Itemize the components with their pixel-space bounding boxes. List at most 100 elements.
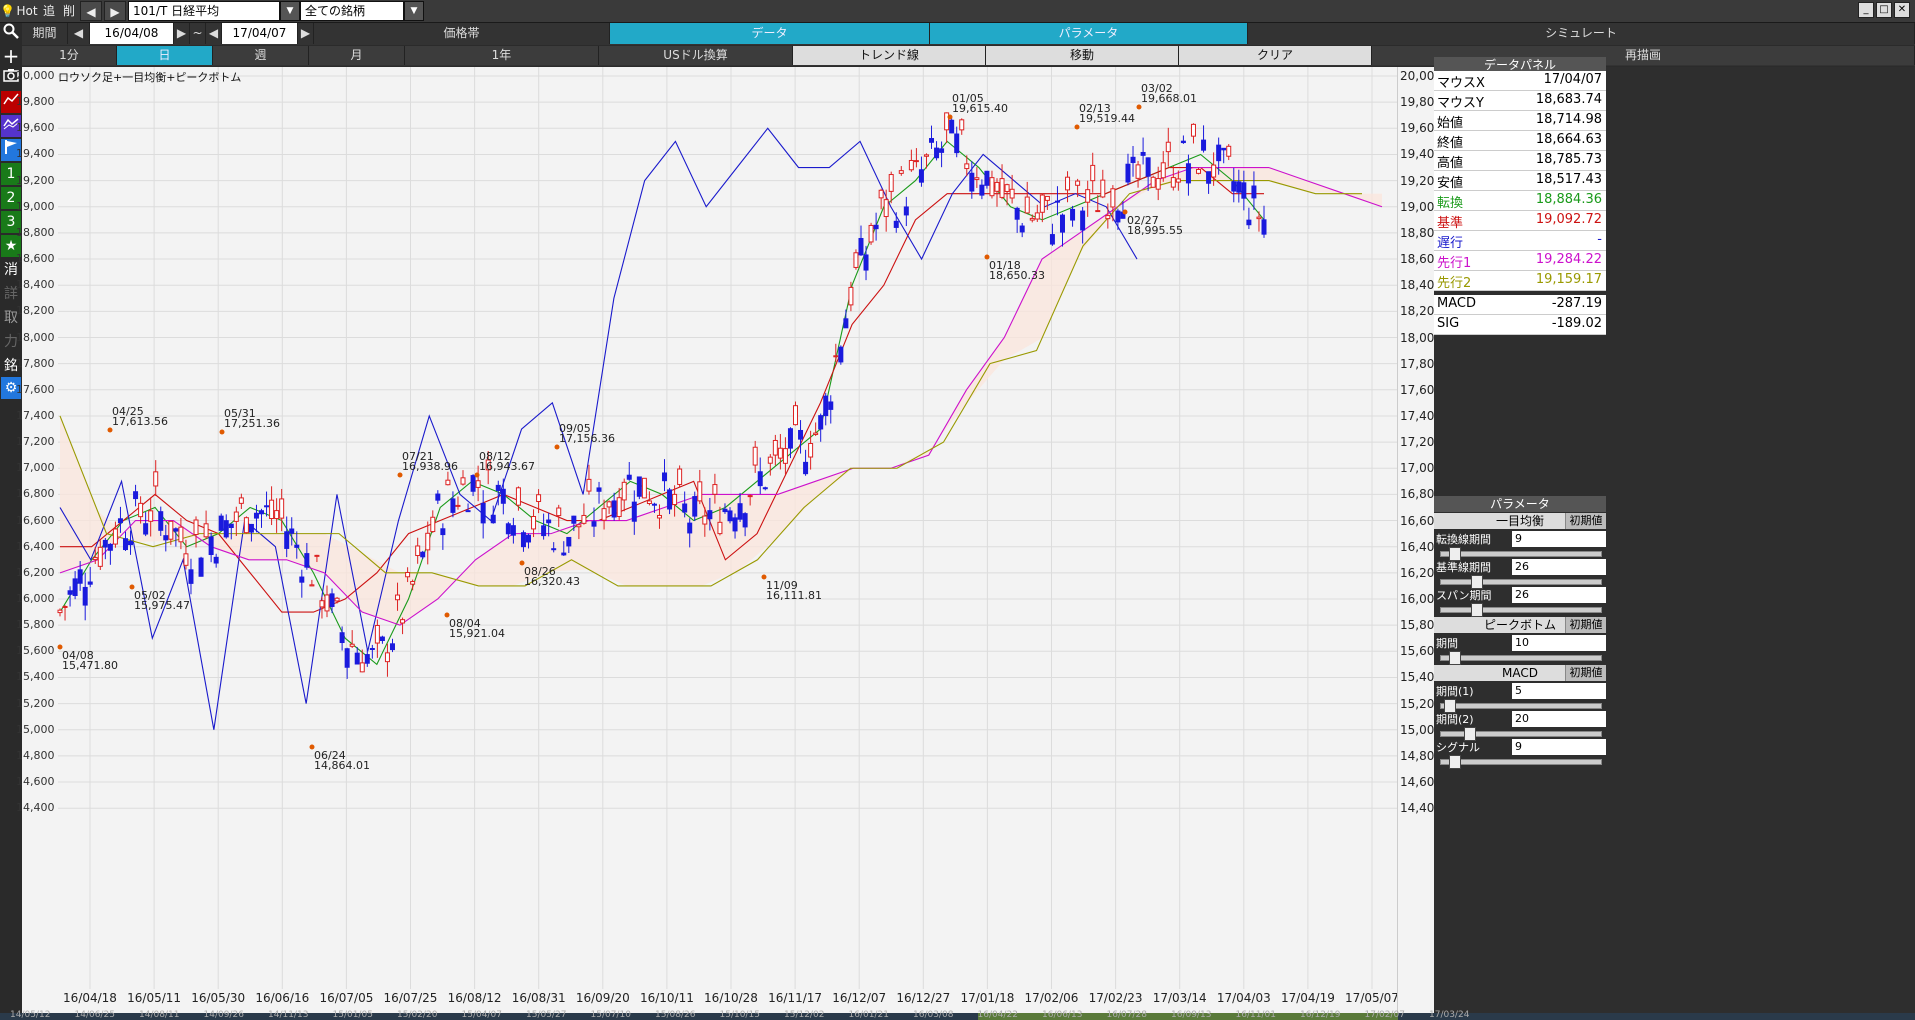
maximize-icon[interactable]: □ <box>1876 2 1892 18</box>
minimize-icon[interactable]: _ <box>1858 2 1874 18</box>
reset-button[interactable]: 初期値 <box>1565 513 1606 529</box>
candle-body <box>722 508 728 513</box>
candle-body <box>999 178 1005 198</box>
candle-body <box>913 160 919 163</box>
candle-body <box>1170 177 1176 188</box>
param-value-field[interactable]: 26 <box>1512 587 1606 603</box>
parameter-tab[interactable]: パラメータ <box>930 23 1248 44</box>
chart-title: ロウソク足+一目均衡+ピークボトム <box>58 71 242 84</box>
timeline-tick-label: 14/09/26 <box>203 1010 244 1020</box>
candle-body <box>62 605 68 608</box>
data-row-key: 始値 <box>1437 116 1464 131</box>
delete-button[interactable]: 削 <box>60 1 78 21</box>
param-value-field[interactable]: 9 <box>1512 739 1606 755</box>
param-value-field[interactable]: 26 <box>1512 559 1606 575</box>
tab-trendline[interactable]: トレンド線 <box>793 46 986 65</box>
slider-thumb[interactable] <box>1471 603 1483 617</box>
param-slider[interactable] <box>1440 699 1602 713</box>
simulate-tab[interactable]: シミュレート <box>1248 23 1915 44</box>
reset-button[interactable]: 初期値 <box>1565 665 1606 681</box>
x-tick-label: 17/02/23 <box>1088 991 1143 1005</box>
param-slider[interactable] <box>1440 603 1602 617</box>
chart-canvas[interactable]: 04/2517,613.5604/0815,471.8005/0215,975.… <box>22 67 1397 1013</box>
tab-move[interactable]: 移動 <box>986 46 1179 65</box>
plus-icon[interactable]: + <box>1 45 21 67</box>
next-date-button[interactable]: ▶ <box>298 23 314 44</box>
tab-month[interactable]: 月 <box>309 46 405 65</box>
chevron-down-icon[interactable]: ▼ <box>280 1 300 21</box>
candle-body <box>253 512 259 519</box>
reset-button[interactable]: 初期値 <box>1565 617 1606 633</box>
y-tick-label: 17,400 <box>16 408 55 422</box>
candle-body <box>329 593 335 607</box>
chevron-down-icon[interactable]: ▼ <box>404 1 424 21</box>
tab-usd[interactable]: USドル換算 <box>599 46 793 65</box>
hot-button[interactable]: Hot <box>16 1 38 21</box>
candle-body <box>1226 145 1232 157</box>
candle-body <box>531 516 537 530</box>
param-slider[interactable] <box>1440 575 1602 589</box>
param-slider[interactable] <box>1440 651 1602 665</box>
param-value-field[interactable]: 10 <box>1512 635 1606 651</box>
candle-body <box>934 147 940 159</box>
search-icon[interactable] <box>1 23 21 45</box>
data-row-key: MACD <box>1437 296 1476 311</box>
bulb-icon[interactable]: 💡 <box>0 1 15 21</box>
y-tick-label: 15,400 <box>16 670 55 684</box>
candle-body <box>1075 180 1081 186</box>
param-slider[interactable] <box>1440 755 1602 769</box>
candle-body <box>1256 216 1262 220</box>
param-slider[interactable] <box>1440 727 1602 741</box>
market-select[interactable]: 全ての銘柄 <box>300 1 404 21</box>
tab-week[interactable]: 週 <box>213 46 309 65</box>
peak-bottom-value: 17,156.36 <box>559 432 615 445</box>
timeline-tick-label: 15/04/07 <box>461 1010 502 1020</box>
data-tab[interactable]: データ <box>610 23 930 44</box>
tab-1min[interactable]: 1分 <box>22 46 117 65</box>
param-value-field[interactable]: 5 <box>1512 683 1606 699</box>
tab-1year[interactable]: 1年 <box>405 46 599 65</box>
date-from-field[interactable]: 16/04/08 <box>90 23 174 44</box>
candle-body <box>1044 195 1050 201</box>
prev-date-button[interactable]: ◀ <box>68 23 90 44</box>
candle-body <box>324 594 330 612</box>
symbol-select[interactable]: 101/T 日経平均 <box>128 1 280 21</box>
candle-body <box>621 481 627 501</box>
price-band-tab[interactable]: 価格帯 <box>314 23 610 44</box>
candle-body <box>1014 207 1020 220</box>
date-to-field[interactable]: 17/04/07 <box>222 23 298 44</box>
tab-clear[interactable]: クリア <box>1179 46 1372 65</box>
next-date-button[interactable]: ▶ <box>174 23 190 44</box>
param-value-field[interactable]: 20 <box>1512 711 1606 727</box>
candle-body <box>757 471 763 487</box>
candle-body <box>903 206 909 216</box>
price-chart[interactable]: 04/25 17,613.56 04/08 15,471.80 05/02 15,975.… <box>16 67 1399 1013</box>
prev-date-button[interactable]: ◀ <box>206 23 222 44</box>
slider-thumb[interactable] <box>1448 755 1461 769</box>
data-row-key: 先行2 <box>1437 276 1472 291</box>
timeline-tick-label: 17/03/24 <box>1429 1010 1470 1020</box>
tab-day[interactable]: 日 <box>117 46 213 65</box>
param-slider[interactable] <box>1440 547 1602 561</box>
candle-body <box>1130 156 1136 164</box>
candle-body <box>435 493 441 501</box>
candle-body <box>173 528 179 532</box>
timeline-scrollbar[interactable]: 14/05/12 14/06/25 14/08/11 14/09/26 14/11/13… <box>0 1010 1915 1020</box>
candle-body <box>616 497 622 517</box>
data-row-value: 18,785.73 <box>1535 152 1602 167</box>
next-symbol-button[interactable]: ▶ <box>104 1 126 21</box>
close-icon[interactable]: ✕ <box>1894 2 1910 18</box>
slider-thumb[interactable] <box>1448 651 1461 665</box>
prev-symbol-button[interactable]: ◀ <box>80 1 102 21</box>
candle-body <box>359 662 365 673</box>
y-tick-label: 17,200 <box>16 435 55 449</box>
timeline-tick-label: 14/05/12 <box>10 1010 51 1020</box>
param-value-field[interactable]: 9 <box>1512 531 1606 547</box>
candle-body <box>465 510 471 513</box>
y-tick-label: 19,600 <box>16 121 55 135</box>
add-button[interactable]: 追 <box>40 1 58 21</box>
candle-body <box>304 553 310 568</box>
y-tick-label: 17,000 <box>16 461 55 475</box>
param-section-header: 一目均衡 初期値 <box>1434 513 1606 529</box>
candle-body <box>586 478 592 492</box>
